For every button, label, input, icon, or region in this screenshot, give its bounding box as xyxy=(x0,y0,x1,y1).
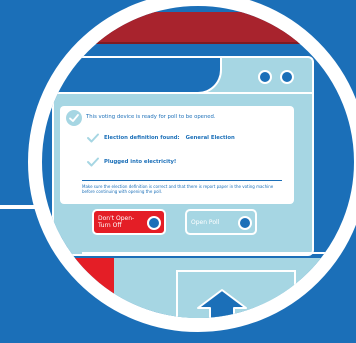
arrow-up-icon xyxy=(194,288,250,318)
status-item-label: Plugged into electricity! xyxy=(104,159,177,165)
open-poll-button-label: Open Poll xyxy=(191,219,220,226)
indicator-dot-icon xyxy=(258,70,272,84)
top-red-panel xyxy=(80,12,330,42)
dont-open-turn-off-button[interactable]: Don't Open-Turn Off xyxy=(92,209,166,235)
magnifier-lens: This voting device is ready for poll to … xyxy=(28,0,356,332)
indicator-dot-icon xyxy=(280,70,294,84)
status-item-text: Plugged into electricity! xyxy=(104,159,176,165)
status-dialog: This voting device is ready for poll to … xyxy=(60,106,294,204)
dont-open-button-label: Don't Open-Turn Off xyxy=(98,215,135,229)
scene: This voting device is ready for poll to … xyxy=(0,0,356,343)
toggle-circle-icon xyxy=(238,216,252,230)
shelf-line xyxy=(82,252,352,254)
check-icon xyxy=(86,132,100,144)
check-icon xyxy=(86,156,100,168)
machine-handle xyxy=(54,58,222,94)
lower-red-panel xyxy=(42,258,114,318)
open-poll-button[interactable]: Open Poll xyxy=(185,209,257,235)
status-item-value: General Election xyxy=(185,135,235,141)
lens-content: This voting device is ready for poll to … xyxy=(42,6,354,318)
machine-top-bar xyxy=(54,58,312,94)
status-item-text: Election definition found: General Electi… xyxy=(104,135,235,141)
dialog-note: Make sure the election definition is cor… xyxy=(82,184,274,194)
check-circle-icon xyxy=(66,110,82,126)
status-item-label: Election definition found: xyxy=(104,135,180,141)
dialog-title: This voting device is ready for poll to … xyxy=(86,114,216,120)
toggle-circle-icon xyxy=(147,216,161,230)
dialog-divider xyxy=(82,180,282,181)
